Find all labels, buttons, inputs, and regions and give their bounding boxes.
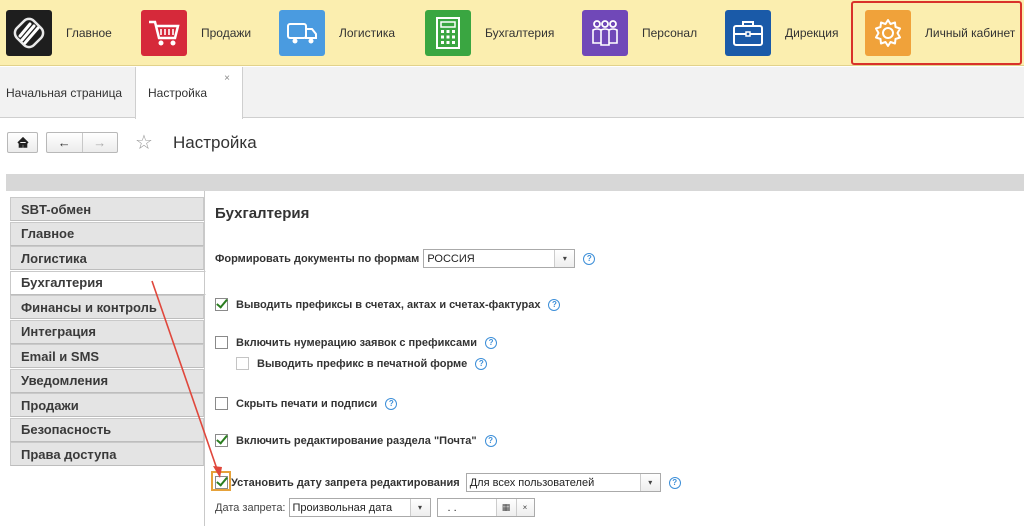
help-icon[interactable]: ?: [583, 252, 596, 265]
prefixes-row: Выводить префиксы в счетах, актах и счет…: [215, 298, 561, 311]
ban-date-value: . .: [447, 501, 457, 514]
menu-item-access-rights[interactable]: Права доступа: [10, 442, 204, 466]
history-nav: ← →: [46, 132, 118, 153]
help-icon[interactable]: ?: [668, 476, 681, 489]
gear-icon: [865, 10, 911, 56]
prefixes-checkbox[interactable]: [215, 298, 228, 311]
calendar-icon[interactable]: ▦: [495, 499, 516, 516]
home-button[interactable]: [7, 132, 38, 153]
help-icon[interactable]: ?: [475, 357, 488, 370]
menu-item-sales[interactable]: Продажи: [10, 393, 204, 417]
ban-date-input[interactable]: . . ▦ ×: [436, 498, 535, 517]
people-icon: [582, 10, 628, 56]
section-heading: Бухгалтерия: [215, 205, 310, 222]
tab-bar: Начальная страница Настройка ×: [0, 67, 1024, 119]
lock-date-scope-value: Для всех пользователей: [469, 476, 595, 489]
menu-item-main[interactable]: Главное: [10, 221, 204, 246]
help-icon[interactable]: ?: [484, 434, 497, 447]
form-header-strip: [6, 174, 1024, 191]
favorite-star-icon[interactable]: ☆: [135, 130, 153, 155]
form-docs-label: Формировать документы по формам: [215, 252, 420, 265]
chevron-down-icon: ▾: [554, 250, 575, 267]
numbering-label: Включить нумерацию заявок с префиксами: [236, 336, 478, 349]
menu-divider: [204, 191, 205, 526]
section-label: Личный кабинет: [925, 26, 1016, 40]
help-icon[interactable]: ?: [485, 336, 498, 349]
truck-icon: [279, 10, 325, 56]
briefcase-icon: [725, 10, 771, 56]
home-icon: [16, 137, 29, 148]
clear-icon[interactable]: ×: [515, 499, 534, 516]
section-label: Главное: [66, 26, 112, 40]
hide-stamps-row: Скрыть печати и подписи ?: [215, 397, 398, 410]
numbering-checkbox[interactable]: [215, 336, 228, 349]
menu-item-integration[interactable]: Интеграция: [10, 319, 204, 344]
menu-item-sbt-exchange[interactable]: SBT-обмен: [10, 197, 204, 221]
mail-edit-checkbox[interactable]: [215, 434, 228, 447]
hide-stamps-checkbox[interactable]: [215, 397, 228, 410]
menu-item-security[interactable]: Безопасность: [10, 417, 204, 442]
calculator-icon: [425, 10, 471, 56]
close-icon[interactable]: ×: [224, 73, 230, 84]
form-docs-select[interactable]: РОССИЯ ▾: [423, 249, 576, 268]
help-icon[interactable]: ?: [548, 298, 561, 311]
mail-edit-label: Включить редактирование раздела "Почта": [236, 434, 477, 447]
ban-date-label: Дата запрета:: [215, 501, 286, 514]
forward-button[interactable]: →: [81, 133, 118, 152]
section-label: Бухгалтерия: [485, 26, 555, 40]
shopping-cart-icon: [141, 10, 187, 56]
print-prefix-label: Выводить префикс в печатной форме: [257, 357, 468, 370]
chevron-down-icon: ▾: [409, 499, 430, 516]
lock-date-label: Установить дату запрета редактирования: [231, 476, 460, 489]
menu-item-notifications[interactable]: Уведомления: [10, 368, 204, 393]
menu-item-finance[interactable]: Финансы и контроль: [10, 295, 204, 319]
hide-stamps-label: Скрыть печати и подписи: [236, 397, 378, 410]
menu-item-accounting[interactable]: Бухгалтерия: [10, 270, 206, 295]
section-accounting[interactable]: Бухгалтерия: [419, 0, 574, 66]
back-button[interactable]: ←: [47, 133, 82, 152]
section-logistics[interactable]: Логистика: [273, 0, 413, 66]
numbering-row: Включить нумерацию заявок с префиксами ?: [215, 336, 498, 349]
menu-item-logistics[interactable]: Логистика: [10, 246, 204, 270]
section-main[interactable]: Главное: [0, 0, 130, 66]
tab-label: Настройка: [148, 86, 208, 100]
prefixes-label: Выводить префиксы в счетах, актах и счет…: [236, 298, 541, 311]
ban-date-row: Дата запрета: Произвольная дата ▾ . . ▦ …: [215, 498, 535, 517]
print-prefix-checkbox[interactable]: [236, 357, 249, 370]
section-label: Персонал: [642, 26, 698, 40]
section-staff[interactable]: Персонал: [576, 0, 716, 66]
settings-menu: SBT-обмен Главное Логистика Бухгалтерия …: [10, 197, 206, 467]
section-bar: Главное Продажи Логистика Бухгалтерия Пе…: [0, 0, 1024, 66]
menu-item-email-sms[interactable]: Email и SMS: [10, 344, 204, 368]
section-management[interactable]: Дирекция: [719, 0, 849, 66]
tab-label: Начальная страница: [6, 85, 123, 100]
ban-date-type-value: Произвольная дата: [292, 501, 393, 514]
section-label: Продажи: [201, 26, 252, 40]
section-label: Дирекция: [785, 26, 839, 40]
section-label: Логистика: [339, 26, 396, 40]
tab-settings[interactable]: Настройка ×: [135, 67, 243, 119]
logo-icon: [6, 10, 52, 56]
ban-date-type-select[interactable]: Произвольная дата ▾: [288, 498, 431, 517]
mail-edit-row: Включить редактирование раздела "Почта" …: [215, 434, 497, 447]
tab-home[interactable]: Начальная страница: [0, 67, 134, 118]
section-personal-cabinet[interactable]: Личный кабинет: [851, 1, 1022, 65]
help-icon[interactable]: ?: [385, 397, 398, 410]
highlight-box: [211, 471, 231, 491]
lock-date-scope-select[interactable]: Для всех пользователей ▾: [465, 473, 661, 492]
page-title: Настройка: [173, 133, 257, 152]
print-prefix-row: Выводить префикс в печатной форме ?: [236, 357, 488, 370]
form-docs-value: РОССИЯ: [427, 252, 475, 265]
form-docs-row: Формировать документы по формам РОССИЯ ▾…: [215, 249, 596, 268]
lock-date-row: Установить дату запрета редактирования Д…: [215, 473, 681, 492]
section-sales[interactable]: Продажи: [135, 0, 275, 66]
chevron-down-icon: ▾: [639, 474, 660, 491]
